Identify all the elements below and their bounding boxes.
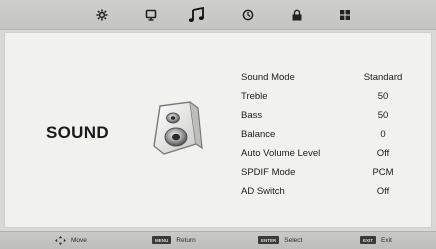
menu-row-sound-mode[interactable]: Sound Mode Standard bbox=[241, 68, 421, 87]
tab-screen[interactable] bbox=[140, 6, 162, 24]
exit-key: EXIT bbox=[360, 236, 377, 244]
menu-row-ad-switch[interactable]: AD Switch Off bbox=[241, 182, 421, 201]
help-bar: Move MENU Return ENTER Select EXIT Exit bbox=[0, 231, 436, 249]
hint-return: MENU Return bbox=[152, 236, 196, 244]
menu-key: MENU bbox=[152, 236, 172, 244]
option-value: 50 bbox=[377, 91, 389, 102]
menu-row-bass[interactable]: Bass 50 bbox=[241, 106, 421, 125]
section-title: SOUND bbox=[46, 123, 109, 142]
hint-move: Move bbox=[55, 236, 87, 245]
option-label: Bass bbox=[241, 110, 263, 121]
menu-row-auto-volume-level[interactable]: Auto Volume Level Off bbox=[241, 144, 421, 163]
option-label: SPDIF Mode bbox=[241, 167, 296, 178]
option-value: Off bbox=[376, 186, 390, 197]
hint-label: Exit bbox=[381, 236, 392, 244]
arrows-icon bbox=[55, 236, 66, 245]
option-label: Sound Mode bbox=[241, 72, 295, 83]
tab-lock[interactable] bbox=[286, 6, 308, 24]
tv-menu-screen: SOUND Sound Mode Standard Treble 50 Bass… bbox=[0, 0, 436, 249]
option-label: Balance bbox=[241, 129, 276, 140]
hint-label: Move bbox=[71, 237, 87, 244]
grid-icon bbox=[340, 10, 350, 20]
hint-label: Select bbox=[284, 236, 303, 244]
option-value: Standard bbox=[363, 72, 403, 83]
gear-icon bbox=[96, 9, 108, 21]
option-label: Auto Volume Level bbox=[241, 148, 321, 159]
option-value: Off bbox=[376, 148, 390, 159]
hint-label: Return bbox=[176, 236, 196, 244]
option-label: Treble bbox=[241, 91, 268, 102]
clock-icon bbox=[242, 9, 254, 21]
tab-setup[interactable] bbox=[334, 6, 356, 24]
speaker-icon bbox=[146, 100, 204, 158]
menu-row-spdif-mode[interactable]: SPDIF Mode PCM bbox=[241, 163, 421, 182]
option-value: PCM bbox=[372, 167, 394, 178]
hint-exit: EXIT Exit bbox=[360, 236, 392, 244]
menu-row-balance[interactable]: Balance 0 bbox=[241, 125, 421, 144]
menu-tab-bar bbox=[0, 0, 436, 30]
tab-time[interactable] bbox=[237, 6, 259, 24]
option-value: 50 bbox=[377, 110, 389, 121]
tab-picture[interactable] bbox=[91, 6, 113, 24]
tab-sound[interactable] bbox=[186, 6, 208, 24]
option-label: AD Switch bbox=[241, 186, 285, 197]
option-value: 0 bbox=[380, 129, 386, 140]
tv-icon bbox=[145, 9, 157, 21]
enter-key: ENTER bbox=[258, 236, 280, 244]
sound-options-list: Sound Mode Standard Treble 50 Bass 50 Ba… bbox=[241, 68, 421, 201]
menu-row-treble[interactable]: Treble 50 bbox=[241, 87, 421, 106]
lock-icon bbox=[292, 9, 302, 21]
music-note-icon bbox=[188, 7, 204, 22]
hint-select: ENTER Select bbox=[258, 236, 302, 244]
